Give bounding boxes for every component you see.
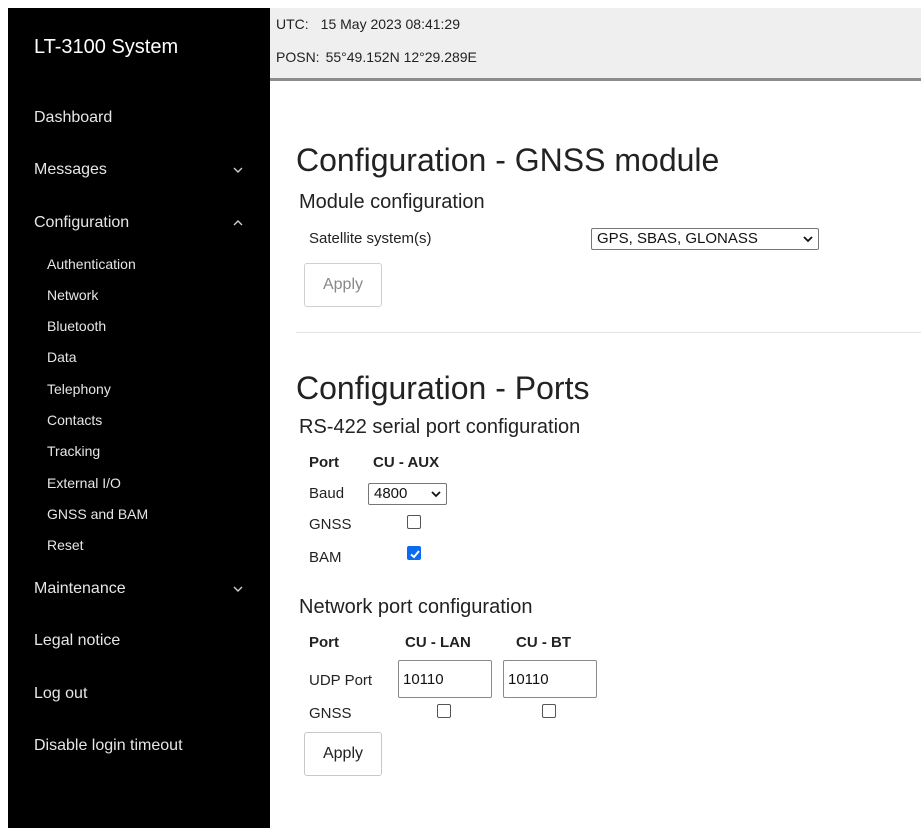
section-divider [296, 332, 921, 333]
cu-bt-header: CU - BT [516, 634, 571, 651]
main-content: Configuration - GNSS module Module confi… [270, 84, 921, 828]
baud-label: Baud [309, 485, 345, 502]
sidebar-item-disable-login-timeout[interactable]: Disable login timeout [8, 727, 270, 767]
sidebar-subitem-gnss-bam[interactable]: GNSS and BAM [8, 500, 270, 528]
chevron-up-icon [233, 220, 243, 226]
app-frame: LT-3100 System Dashboard Messages Config… [8, 8, 921, 828]
sidebar-subitem-label: External I/O [47, 475, 121, 491]
sidebar-subitem-label: Reset [47, 537, 84, 553]
sidebar-item-configuration[interactable]: Configuration [8, 204, 270, 244]
network-port-header: Port [309, 634, 339, 651]
sidebar-item-label: Legal notice [34, 632, 121, 649]
sidebar-item-label: Configuration [34, 214, 130, 231]
sidebar: LT-3100 System Dashboard Messages Config… [8, 8, 270, 828]
udp-port-bt-input[interactable] [503, 660, 597, 698]
sidebar-item-log-out[interactable]: Log out [8, 675, 270, 715]
satellite-system-label: Satellite system(s) [309, 230, 432, 247]
cu-lan-header: CU - LAN [405, 634, 471, 651]
sidebar-subitem-authentication[interactable]: Authentication [8, 250, 270, 278]
posn-label: POSN: [276, 49, 320, 65]
sidebar-subitem-label: Telephony [47, 381, 111, 397]
satellite-system-value: GPS, SBAS, GLONASS [597, 230, 758, 247]
posn-value: 55°49.152N 12°29.289E [325, 49, 477, 65]
utc-row: UTC: 15 May 2023 08:41:29 [276, 16, 460, 32]
gnss-section-title: Configuration - GNSS module [296, 142, 720, 178]
sidebar-item-label: Dashboard [34, 109, 113, 126]
baud-select[interactable]: 4800 [368, 483, 447, 505]
brand-title: LT-3100 System [34, 36, 179, 58]
sidebar-subitem-reset[interactable]: Reset [8, 531, 270, 559]
rs422-gnss-label: GNSS [309, 516, 352, 533]
network-gnss-label: GNSS [309, 705, 352, 722]
udp-port-label: UDP Port [309, 672, 373, 689]
rs422-subtitle: RS-422 serial port configuration [299, 416, 581, 438]
sidebar-subitem-label: Tracking [47, 443, 101, 459]
position-row: POSN: 55°49.152N 12°29.289E [276, 49, 477, 65]
rs422-bam-checkbox[interactable] [407, 546, 421, 560]
sidebar-item-maintenance[interactable]: Maintenance [8, 570, 270, 610]
udp-port-lan-input[interactable] [398, 660, 492, 698]
utc-label: UTC: [276, 16, 309, 32]
network-gnss-bt-checkbox[interactable] [542, 704, 556, 718]
sidebar-subitem-network[interactable]: Network [8, 281, 270, 309]
sidebar-subitem-label: Contacts [47, 412, 103, 428]
chevron-down-icon [431, 491, 441, 498]
chevron-down-icon [803, 236, 813, 243]
rs422-bam-label: BAM [309, 549, 342, 566]
sidebar-subitem-label: GNSS and BAM [47, 506, 149, 522]
sidebar-subitem-label: Network [47, 287, 99, 303]
checkmark-icon [410, 550, 420, 559]
sidebar-subitem-contacts[interactable]: Contacts [8, 406, 270, 434]
sidebar-item-label: Log out [34, 685, 88, 702]
satellite-system-select[interactable]: GPS, SBAS, GLONASS [591, 228, 819, 250]
sidebar-item-label: Messages [34, 161, 107, 178]
chevron-down-icon [233, 167, 243, 173]
sidebar-subitem-data[interactable]: Data [8, 343, 270, 371]
rs422-cu-aux-header: CU - AUX [373, 454, 440, 471]
sidebar-subitem-bluetooth[interactable]: Bluetooth [8, 312, 270, 340]
utc-value: 15 May 2023 08:41:29 [320, 16, 461, 32]
rs422-port-header: Port [309, 454, 339, 471]
gnss-apply-button[interactable]: Apply [304, 263, 382, 307]
sidebar-item-label: Maintenance [34, 580, 126, 597]
sidebar-item-label: Disable login timeout [34, 737, 183, 754]
module-config-subtitle: Module configuration [299, 191, 485, 213]
sidebar-subitem-telephony[interactable]: Telephony [8, 375, 270, 403]
sidebar-item-dashboard[interactable]: Dashboard [8, 99, 270, 139]
chevron-down-icon [233, 586, 243, 592]
network-port-subtitle: Network port configuration [299, 596, 533, 618]
sidebar-item-messages[interactable]: Messages [8, 151, 270, 191]
network-gnss-lan-checkbox[interactable] [437, 704, 451, 718]
rs422-gnss-checkbox[interactable] [407, 515, 421, 529]
sidebar-subitem-external-io[interactable]: External I/O [8, 469, 270, 497]
ports-section-title: Configuration - Ports [296, 370, 590, 406]
status-bar: UTC: 15 May 2023 08:41:29 POSN: 55°49.152N… [270, 8, 921, 81]
sidebar-subitem-tracking[interactable]: Tracking [8, 437, 270, 465]
sidebar-subitem-label: Authentication [47, 256, 136, 272]
baud-value: 4800 [374, 485, 408, 502]
sidebar-subitem-label: Bluetooth [47, 318, 107, 334]
ports-apply-button[interactable]: Apply [304, 732, 382, 776]
sidebar-item-legal-notice[interactable]: Legal notice [8, 622, 270, 662]
sidebar-subitem-label: Data [47, 349, 77, 365]
